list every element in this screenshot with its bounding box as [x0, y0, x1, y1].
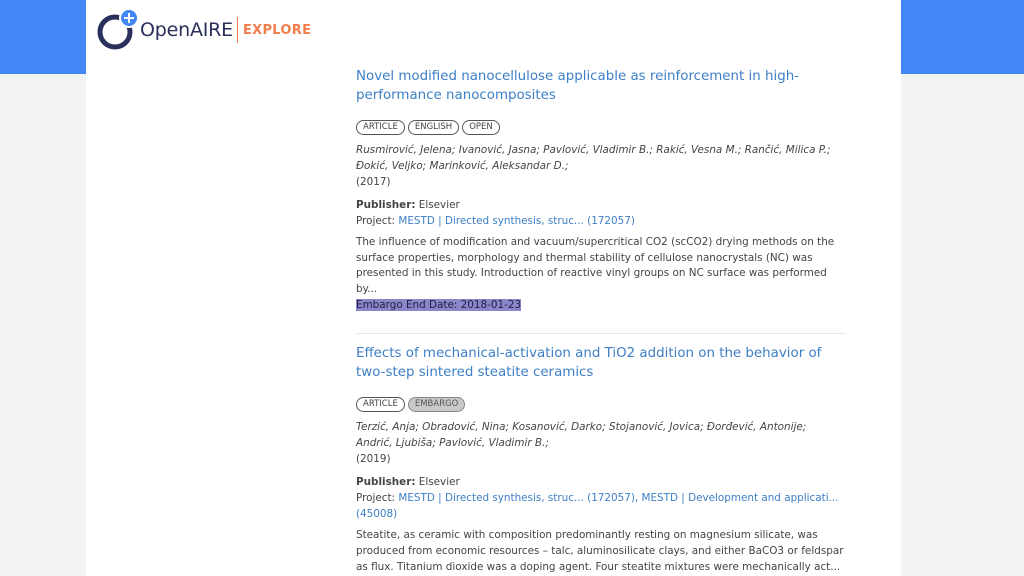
search-results-list: Novel modified nanocellulose applicable … [356, 68, 846, 575]
result-authors: Rusmirović, Jelena; Ivanović, Jasna; Pav… [356, 144, 831, 172]
project-label: Project: [356, 215, 396, 227]
project-label: Project: [356, 492, 396, 505]
openaire-explore-logo[interactable]: OpenAIRE EXPLORE [96, 8, 311, 52]
result-year: (2019) [356, 453, 391, 466]
result-project: Project: MESTD | Directed synthesis, str… [356, 213, 846, 229]
openaire-logo-icon [96, 8, 140, 52]
badge-type: ARTICLE [356, 397, 405, 413]
publisher-value: Elsevier [418, 476, 460, 489]
result-project: Project: MESTD | Directed synthesis, str… [356, 490, 846, 522]
result-item: Novel modified nanocellulose applicable … [356, 68, 846, 313]
badge-access: EMBARGO [407, 397, 466, 413]
result-publisher: Publisher: Elsevier [356, 197, 846, 213]
publisher-label: Publisher: [356, 476, 416, 489]
result-embargo-date: Embargo End Date: 2018-01-23 [356, 297, 846, 313]
result-authors: Terzić, Anja; Obradović, Nina; Kosanović… [356, 421, 807, 450]
result-item: Effects of mechanical-activation and TiO… [356, 333, 846, 575]
result-publisher: Publisher: Elsevier [356, 474, 846, 490]
result-title-link[interactable]: Effects of mechanical-activation and TiO… [356, 345, 846, 382]
result-abstract: The influence of modification and vacuum… [356, 236, 835, 295]
badge-access: OPEN [462, 120, 500, 135]
result-badges: ARTICLE ENGLISH OPEN [356, 120, 846, 135]
result-title-link[interactable]: Novel modified nanocellulose applicable … [356, 68, 846, 105]
logo-section-label: EXPLORE [242, 22, 312, 38]
result-year: (2017) [356, 176, 391, 188]
project-link[interactable]: MESTD | Directed synthesis, struc... (17… [398, 215, 635, 227]
publisher-value: Elsevier [418, 199, 460, 211]
result-abstract: Steatite, as ceramic with composition pr… [356, 529, 844, 573]
result-badges: ARTICLE EMBARGO [356, 397, 846, 413]
logo-wordmark: OpenAIRE [140, 19, 233, 41]
project-link[interactable]: MESTD | Directed synthesis, struc... (17… [356, 492, 839, 520]
badge-language: ENGLISH [407, 120, 460, 135]
embargo-highlight: Embargo End Date: 2018-01-23 [356, 299, 522, 312]
logo-divider [236, 17, 238, 43]
badge-type: ARTICLE [356, 120, 405, 135]
publisher-label: Publisher: [356, 199, 416, 211]
